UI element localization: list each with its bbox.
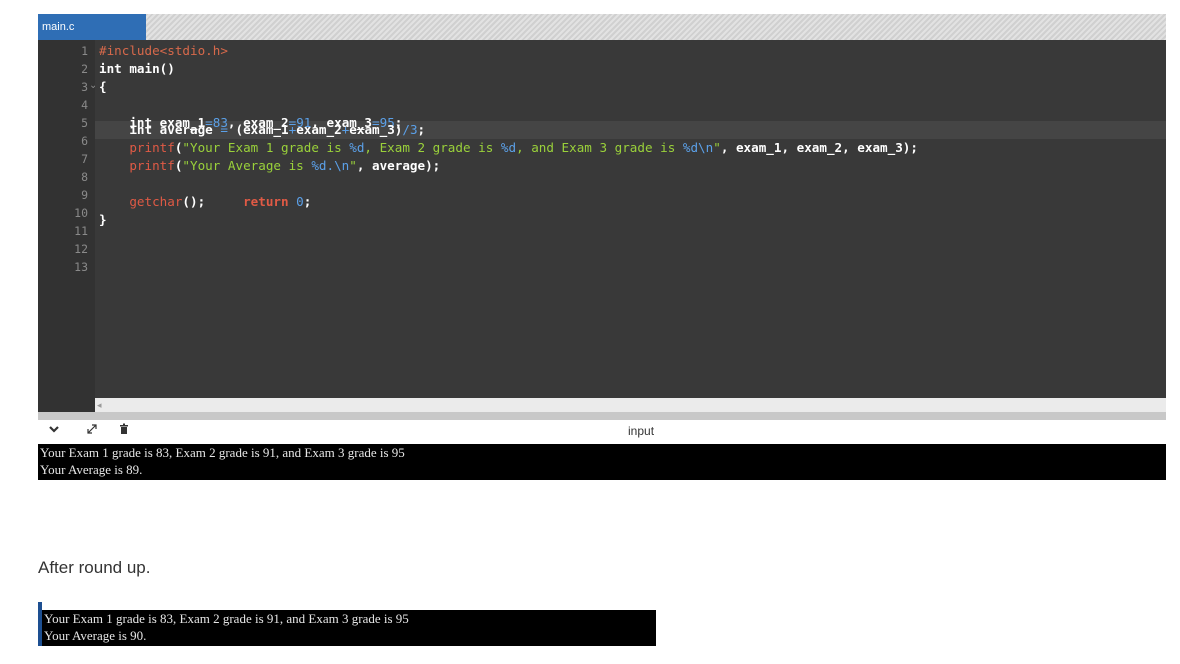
- line-number-gutter: 1 2 3 ⌄ 4 5 6 7 8 9 10 11 12 13: [38, 40, 97, 412]
- window-edge: [38, 602, 42, 646]
- console-output: Your Exam 1 grade is 83, Exam 2 grade is…: [38, 444, 1166, 480]
- line-number: 10: [74, 206, 88, 220]
- code-line-1: #include<stdio.h>: [99, 43, 228, 58]
- tab-main-c[interactable]: main.c: [38, 14, 146, 40]
- line-number: 5: [81, 116, 88, 130]
- console-rounded-line-1: Your Exam 1 grade is 83, Exam 2 grade is…: [44, 611, 409, 626]
- code-editor[interactable]: main.c 1 2 3 ⌄ 4 5 6 7 8 9 10 11 12 13 #…: [38, 14, 1166, 412]
- line-number: 13: [74, 260, 88, 274]
- code-line-9: getchar(); return 0;: [99, 194, 312, 209]
- console-line-1: Your Exam 1 grade is 83, Exam 2 grade is…: [40, 445, 405, 460]
- console-rounded-line-2: Your Average is 90.: [44, 628, 147, 643]
- scroll-left-icon[interactable]: ◂: [97, 398, 102, 412]
- editor-tab-bar: main.c: [38, 14, 1166, 40]
- line-number: 2: [81, 62, 88, 76]
- line-number: 4: [81, 98, 88, 112]
- code-line-6: printf("Your Exam 1 grade is %d, Exam 2 …: [99, 140, 918, 155]
- console-line-2: Your Average is 89.: [40, 462, 143, 477]
- line-number: 12: [74, 242, 88, 256]
- code-line-2: int main(): [99, 61, 175, 76]
- line-number: 1: [81, 44, 88, 58]
- clear-icon[interactable]: [116, 423, 132, 439]
- expand-icon[interactable]: [84, 423, 100, 439]
- code-line-10: }: [99, 212, 107, 227]
- io-toolbar: input: [38, 420, 1166, 444]
- code-text-area[interactable]: #include<stdio.h> int main() { int exam_…: [95, 40, 1166, 412]
- code-line-3: {: [99, 79, 107, 94]
- line-number: 8: [81, 170, 88, 184]
- line-number: 11: [74, 224, 88, 238]
- code-line-7: printf("Your Average is %d.\n", average)…: [99, 158, 441, 173]
- line-number: 6: [81, 134, 88, 148]
- panel-divider[interactable]: [38, 412, 1166, 420]
- input-label[interactable]: input: [628, 424, 654, 438]
- console-output-rounded: Your Exam 1 grade is 83, Exam 2 grade is…: [38, 602, 656, 646]
- code-line-5: int average = (exam_1+exam_2+exam_3)/3;: [99, 122, 426, 137]
- chevron-down-icon[interactable]: [46, 423, 62, 439]
- line-number: 3: [81, 80, 88, 94]
- line-number: 9: [81, 188, 88, 202]
- caption-text: After round up.: [38, 558, 151, 577]
- horizontal-scrollbar[interactable]: ◂: [95, 398, 1166, 412]
- line-number: 7: [81, 152, 88, 166]
